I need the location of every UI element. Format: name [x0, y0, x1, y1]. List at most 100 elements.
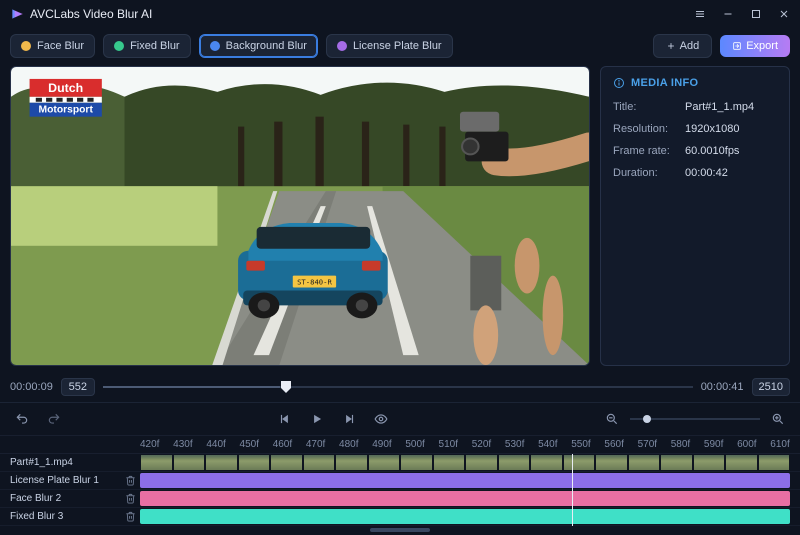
end-timecode: 00:00:41	[701, 381, 744, 393]
thumbnail	[759, 455, 790, 470]
thumbnail	[629, 455, 660, 470]
end-frame: 2510	[752, 378, 790, 396]
thumbnail	[239, 455, 270, 470]
tab-dot-icon	[210, 41, 220, 51]
ruler-tick: 610f	[770, 439, 789, 450]
plus-icon	[666, 41, 676, 51]
export-button[interactable]: Export	[720, 35, 790, 57]
zoom-slider[interactable]	[630, 418, 760, 420]
playhead[interactable]	[572, 454, 573, 526]
ruler-tick: 590f	[704, 439, 723, 450]
thumbnail	[596, 455, 627, 470]
blur-bar[interactable]	[140, 491, 790, 506]
seek-handle[interactable]	[280, 380, 292, 394]
prev-frame-button[interactable]	[273, 407, 297, 431]
zoom-in-button[interactable]	[766, 407, 790, 431]
thumbnail	[206, 455, 237, 470]
visibility-button[interactable]	[369, 407, 393, 431]
info-label-title: Title:	[613, 101, 685, 113]
ruler-tick: 470f	[306, 439, 325, 450]
info-icon	[613, 77, 625, 89]
ruler-tick: 550f	[571, 439, 590, 450]
minimize-button[interactable]	[722, 8, 734, 20]
track-row[interactable]: Part#1_1.mp4	[0, 454, 800, 472]
thumbnail-strip[interactable]	[140, 455, 790, 470]
app-title: AVCLabs Video Blur AI	[30, 7, 152, 21]
trash-icon[interactable]	[120, 493, 140, 504]
ruler-tick: 450f	[240, 439, 259, 450]
info-value-duration: 00:00:42	[685, 167, 728, 179]
thumbnail	[369, 455, 400, 470]
info-label-duration: Duration:	[613, 167, 685, 179]
video-preview[interactable]: ST-840-R	[10, 66, 590, 366]
track-label: Part#1_1.mp4	[0, 457, 120, 468]
info-value-resolution: 1920x1080	[685, 123, 739, 135]
maximize-button[interactable]	[750, 8, 762, 20]
thumbnail	[304, 455, 335, 470]
seek-bar: 00:00:09 552 00:00:41 2510	[0, 372, 800, 402]
trash-icon[interactable]	[120, 475, 140, 486]
title-bar: AVCLabs Video Blur AI	[0, 0, 800, 28]
thumbnail	[499, 455, 530, 470]
track-row[interactable]: License Plate Blur 1	[0, 472, 800, 490]
toolbar: Face Blur Fixed Blur Background Blur Licens…	[0, 28, 800, 66]
undo-button[interactable]	[10, 407, 34, 431]
play-button[interactable]	[305, 407, 329, 431]
video-frame: ST-840-R	[11, 67, 589, 365]
tab-label: Face Blur	[37, 40, 84, 52]
thumbnail	[336, 455, 367, 470]
ruler-tick: 520f	[472, 439, 491, 450]
tab-dot-icon	[21, 41, 31, 51]
ruler-tick: 460f	[273, 439, 292, 450]
blur-bar[interactable]	[140, 509, 790, 524]
thumbnail	[726, 455, 757, 470]
svg-text:Motorsport: Motorsport	[39, 105, 94, 116]
blur-bar[interactable]	[140, 473, 790, 488]
track-content[interactable]	[140, 472, 790, 489]
info-label-resolution: Resolution:	[613, 123, 685, 135]
media-info-header: MEDIA INFO	[631, 77, 698, 89]
tab-label: Background Blur	[226, 40, 307, 52]
track-row[interactable]: Fixed Blur 3	[0, 508, 800, 526]
current-frame[interactable]: 552	[61, 378, 95, 396]
thumbnail	[531, 455, 562, 470]
ruler-tick: 570f	[638, 439, 657, 450]
ruler-tick: 560f	[604, 439, 623, 450]
thumbnail	[401, 455, 432, 470]
thumbnail	[694, 455, 725, 470]
export-icon	[732, 41, 742, 51]
ruler-tick: 600f	[737, 439, 756, 450]
tab-license-plate-blur[interactable]: License Plate Blur	[326, 34, 453, 58]
zoom-knob[interactable]	[643, 415, 651, 423]
trash-icon[interactable]	[120, 511, 140, 522]
track-label: Face Blur 2	[0, 493, 120, 504]
ruler-tick: 490f	[372, 439, 391, 450]
next-frame-button[interactable]	[337, 407, 361, 431]
menu-icon[interactable]	[694, 8, 706, 20]
ruler-tick: 480f	[339, 439, 358, 450]
scrollbar-handle[interactable]	[370, 528, 430, 532]
tab-face-blur[interactable]: Face Blur	[10, 34, 95, 58]
tab-fixed-blur[interactable]: Fixed Blur	[103, 34, 191, 58]
info-label-framerate: Frame rate:	[613, 145, 685, 157]
timeline-scrollbar[interactable]	[0, 526, 800, 534]
ruler-tick: 430f	[173, 439, 192, 450]
track-content[interactable]	[140, 454, 790, 471]
info-value-title: Part#1_1.mp4	[685, 101, 754, 113]
current-timecode: 00:00:09	[10, 381, 53, 393]
add-button[interactable]: Add	[653, 34, 713, 58]
close-button[interactable]	[778, 8, 790, 20]
zoom-out-button[interactable]	[600, 407, 624, 431]
track-row[interactable]: Face Blur 2	[0, 490, 800, 508]
tab-background-blur[interactable]: Background Blur	[199, 34, 318, 58]
track-content[interactable]	[140, 508, 790, 525]
timeline-ruler[interactable]: 420f430f440f450f460f470f480f490f500f510f…	[0, 436, 800, 454]
seek-track[interactable]	[103, 386, 693, 388]
redo-button[interactable]	[42, 407, 66, 431]
track-content[interactable]	[140, 490, 790, 507]
ruler-tick: 530f	[505, 439, 524, 450]
ruler-tick: 420f	[140, 439, 159, 450]
watermark-line1: Dutch	[48, 81, 83, 95]
ruler-tick: 580f	[671, 439, 690, 450]
thumbnail	[174, 455, 205, 470]
